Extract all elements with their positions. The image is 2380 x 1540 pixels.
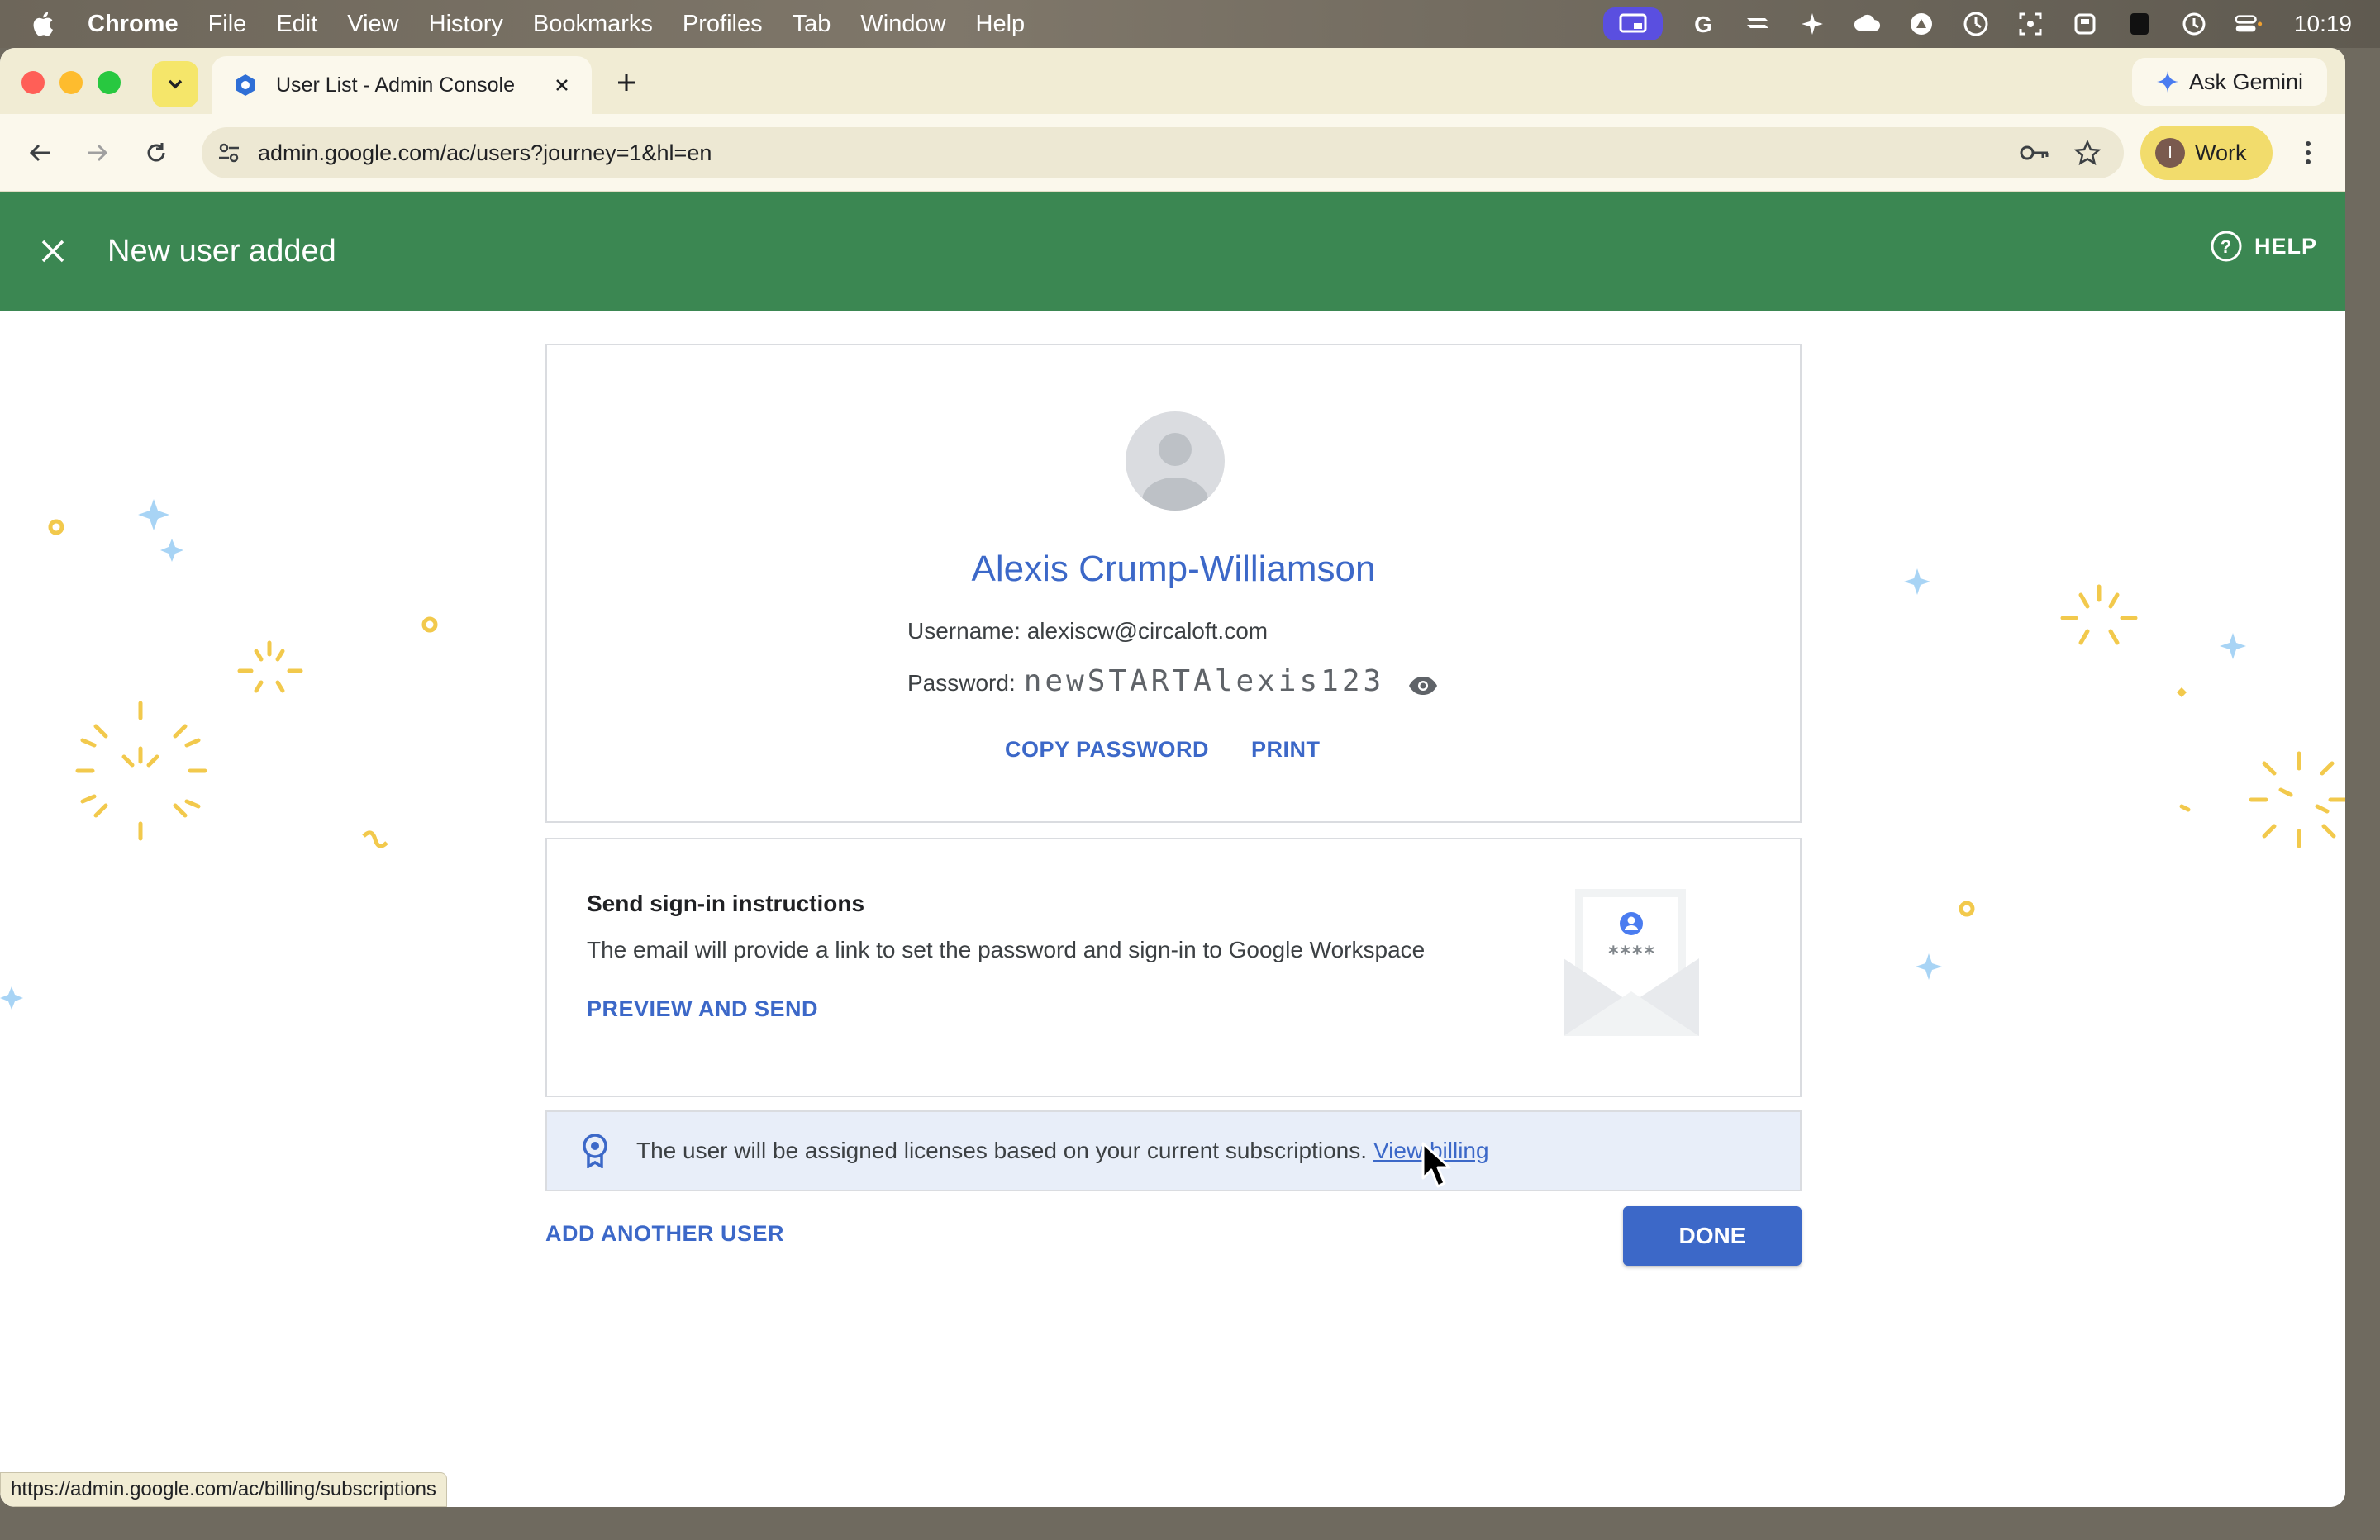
user-full-name: Alexis Crump-Williamson [971, 549, 1376, 589]
menu-edit[interactable]: Edit [276, 11, 317, 38]
password-value: newSTARTAlexis123 [1023, 664, 1385, 698]
admin-console-favicon [236, 74, 255, 96]
new-user-card: Alexis Crump-Williamson Username: alexis… [545, 344, 1802, 823]
mouse-cursor-icon [1421, 1142, 1451, 1188]
svg-text:G: G [1694, 12, 1712, 36]
browser-menu-button[interactable] [2289, 134, 2327, 172]
ask-gemini-button[interactable]: Ask Gemini [2132, 58, 2327, 106]
add-another-user-button[interactable]: ADD ANOTHER USER [545, 1221, 784, 1247]
clipboard-icon[interactable] [2071, 10, 2099, 38]
terminal-app-icon[interactable] [2125, 10, 2154, 38]
focus-timer-icon[interactable] [1962, 10, 1990, 38]
eye-icon[interactable] [1407, 669, 1440, 702]
license-info-text: The user will be assigned licenses based… [636, 1138, 1368, 1163]
username-row: Username: alexiscw@circaloft.com [907, 618, 1268, 644]
envelope-stars: **** [1607, 942, 1655, 965]
arrow-right-icon [88, 144, 108, 162]
sparkle-app-icon[interactable] [1798, 10, 1826, 38]
page-content: New user added ? HELP Alexis Crump-Willi… [0, 192, 2345, 1507]
macos-menu-bar: Chrome File Edit View History Bookmarks … [0, 0, 2380, 48]
preview-and-send-button[interactable]: PREVIEW AND SEND [587, 996, 818, 1022]
username-value: alexiscw@circaloft.com [1026, 618, 1269, 644]
plus-icon [618, 74, 635, 91]
help-button[interactable]: ? HELP [2210, 230, 2317, 263]
time-machine-icon[interactable] [2180, 10, 2208, 38]
envelope-illustration: **** [1564, 889, 1699, 1036]
more-vert-icon [2306, 141, 2311, 164]
print-button[interactable]: PRINT [1251, 737, 1321, 763]
menu-profiles[interactable]: Profiles [683, 11, 763, 38]
reload-icon [147, 143, 165, 162]
help-label: HELP [2254, 233, 2317, 259]
screenshot-icon[interactable] [2016, 10, 2044, 38]
reload-button[interactable] [137, 134, 175, 172]
profile-avatar: I [2155, 138, 2185, 168]
back-button[interactable] [21, 134, 60, 172]
menu-window[interactable]: Window [860, 11, 945, 38]
browser-toolbar: admin.google.com/ac/users?journey=1&hl=e… [0, 114, 2345, 192]
site-settings-icon[interactable] [215, 139, 243, 167]
app-bar: New user added ? HELP [0, 192, 2345, 311]
profile-chip[interactable]: I Work [2140, 126, 2273, 180]
bookmark-star-icon[interactable] [2071, 136, 2104, 169]
sign-in-instructions-description: The email will provide a link to set the… [587, 937, 1426, 962]
password-label: Password: [907, 670, 1016, 696]
tab-search-button[interactable] [152, 61, 198, 107]
screen-share-icon[interactable] [1602, 7, 1663, 40]
menu-history[interactable]: History [429, 11, 503, 38]
menu-app-chrome[interactable]: Chrome [88, 11, 178, 38]
password-row: Password: newSTARTAlexis123 [907, 664, 1384, 698]
window-close-button[interactable] [21, 71, 45, 94]
new-tab-button[interactable] [608, 64, 645, 101]
copy-password-button[interactable]: COPY PASSWORD [1005, 737, 1209, 763]
menu-view[interactable]: View [347, 11, 398, 38]
menu-file[interactable]: File [208, 11, 247, 38]
control-center-icon[interactable] [2235, 10, 2263, 38]
google-drive-icon[interactable] [1907, 10, 1935, 38]
apple-icon[interactable] [30, 10, 55, 38]
tab-strip: User List - Admin Console Ask Gemini [0, 48, 2345, 114]
sign-in-instructions-card: Send sign-in instructions The email will… [545, 838, 1802, 1097]
sign-in-instructions-heading: Send sign-in instructions [587, 891, 865, 916]
menu-tab[interactable]: Tab [793, 11, 831, 38]
tab-close-icon[interactable] [545, 69, 578, 102]
layers-app-icon[interactable] [1744, 10, 1772, 38]
link-status-bubble: https://admin.google.com/ac/billing/subs… [0, 1472, 447, 1507]
gemini-sparkle-icon [2156, 71, 2178, 93]
license-badge-icon [577, 1133, 613, 1169]
license-info-banner: The user will be assigned licenses based… [545, 1110, 1802, 1191]
browser-window: User List - Admin Console Ask Gemini adm [0, 48, 2345, 1507]
svg-text:?: ? [2221, 236, 2232, 257]
profile-label: Work [2195, 140, 2247, 165]
ask-gemini-label: Ask Gemini [2188, 69, 2304, 94]
menu-help[interactable]: Help [976, 11, 1026, 38]
tab-title: User List - Admin Console [276, 73, 516, 97]
creative-cloud-icon[interactable] [1853, 10, 1881, 38]
arrow-left-icon [29, 144, 50, 162]
window-minimize-button[interactable] [60, 71, 83, 94]
chevron-down-icon [168, 79, 183, 89]
avatar [1126, 411, 1225, 511]
username-label: Username: [907, 618, 1021, 644]
password-key-icon[interactable] [2018, 136, 2051, 169]
menu-bookmarks[interactable]: Bookmarks [533, 11, 653, 38]
address-bar[interactable]: admin.google.com/ac/users?journey=1&hl=e… [202, 127, 2124, 178]
window-zoom-button[interactable] [98, 71, 121, 94]
menu-clock[interactable]: 10:19 [2294, 11, 2352, 37]
close-icon[interactable] [30, 228, 76, 274]
page-title: New user added [107, 233, 336, 269]
done-button[interactable]: DONE [1623, 1206, 1802, 1266]
grammarly-icon[interactable]: G [1689, 10, 1717, 38]
address-url[interactable]: admin.google.com/ac/users?journey=1&hl=e… [258, 140, 2018, 166]
tab-active[interactable]: User List - Admin Console [212, 56, 592, 114]
help-circle-icon: ? [2211, 231, 2242, 262]
forward-button[interactable] [78, 134, 116, 172]
